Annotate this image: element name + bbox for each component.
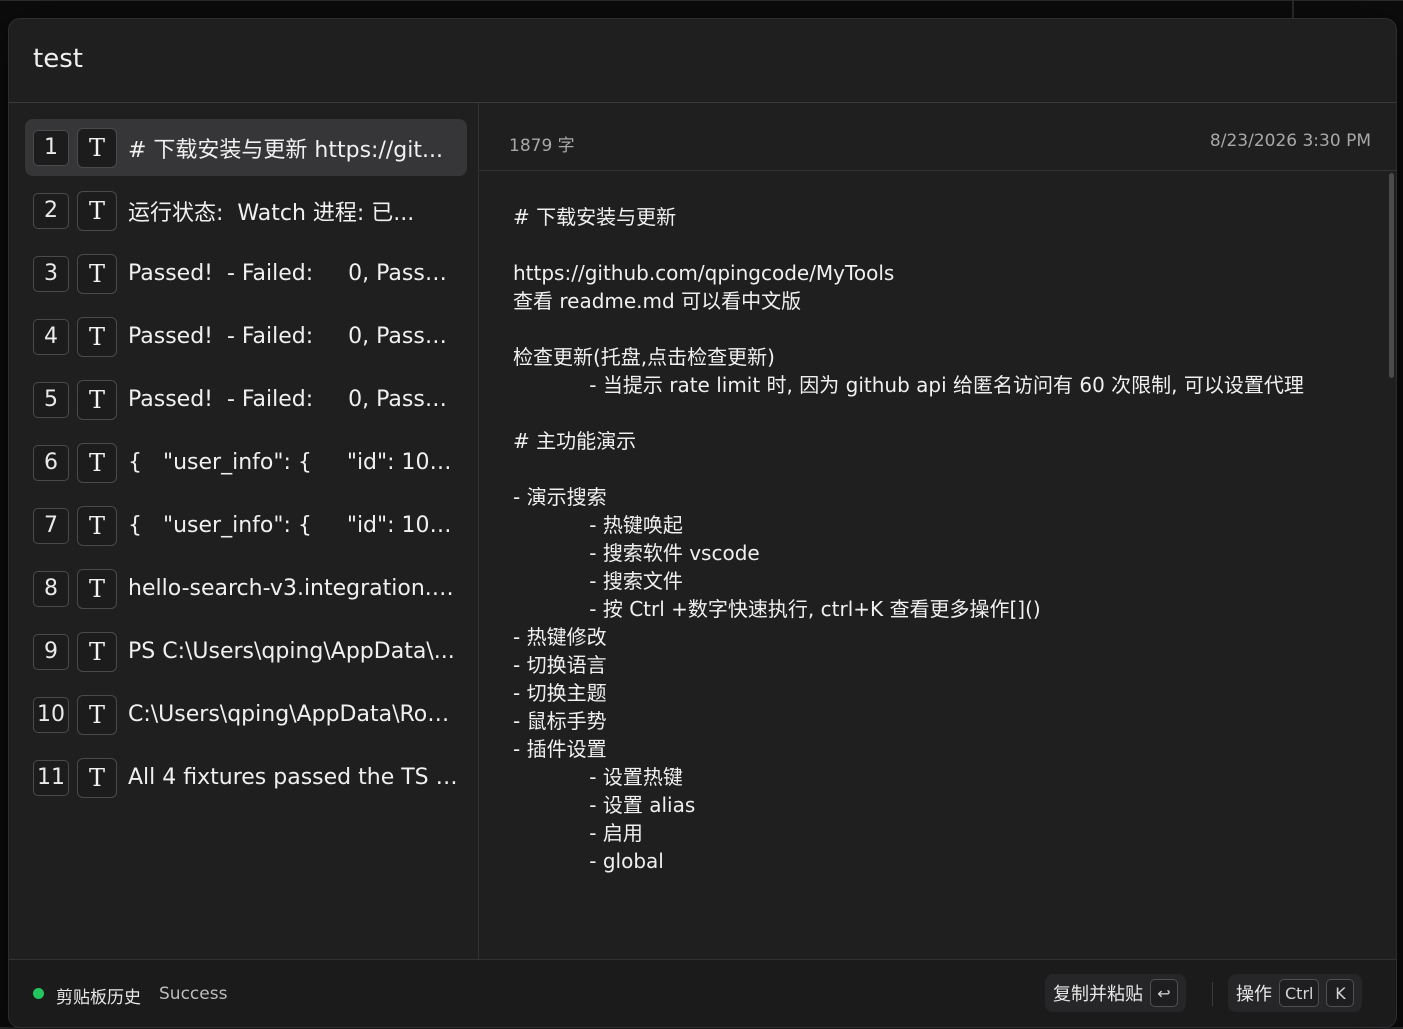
item-preview-text: PS C:\Users\qping\AppData\...	[128, 639, 455, 664]
status-dot-icon	[33, 988, 44, 999]
launcher-window: 1T# 下载安装与更新 https://git...2T运行状态: Watch …	[8, 18, 1397, 1028]
detail-line: - 热键修改	[513, 625, 607, 649]
item-preview-text: C:\Users\qping\AppData\Roa...	[128, 702, 458, 727]
text-type-icon: T	[77, 631, 117, 672]
text-type-icon: T	[77, 757, 117, 798]
detail-line	[513, 231, 1373, 259]
item-index-badge: 5	[33, 381, 69, 418]
item-index-badge: 10	[33, 696, 69, 733]
detail-line: - 设置 alias	[513, 793, 696, 817]
detail-line: - 按 Ctrl +数字快速执行, ctrl+K 查看更多操作[]()	[513, 597, 1041, 621]
detail-line: - 插件设置	[513, 737, 607, 761]
detail-line: - global	[513, 849, 664, 873]
text-type-icon: T	[77, 379, 117, 420]
text-type-icon: T	[77, 568, 117, 609]
detail-line: 检查更新(托盘,点击检查更新)	[513, 345, 775, 369]
detail-scrollbar[interactable]	[1388, 173, 1394, 953]
item-index-badge: 2	[33, 192, 69, 229]
detail-pane: 1879 字 8/23/2026 3:30 PM # 下载安装与更新 https:…	[479, 103, 1396, 959]
status-text: Success	[159, 984, 228, 1004]
detail-line	[513, 455, 1373, 483]
detail-line: - 搜索软件 vscode	[513, 541, 760, 565]
detail-line: 查看 readme.md 可以看中文版	[513, 289, 802, 313]
item-index-badge: 7	[33, 507, 69, 544]
text-type-icon: T	[77, 127, 117, 168]
detail-line: - 热键唤起	[513, 513, 683, 537]
clipboard-item[interactable]: 7 T { "user_info": { "id": 1024,...	[25, 497, 467, 554]
clipboard-item[interactable]: 11 T All 4 fixtures passed the TS d...	[25, 749, 467, 806]
text-type-icon: T	[77, 253, 117, 294]
footer-divider	[1212, 982, 1213, 1006]
footer-bar: 剪贴板历史 Success 复制并粘贴 ↩ 操作 Ctrl K	[9, 959, 1396, 1027]
detail-line: - 切换主题	[513, 681, 607, 705]
detail-content: # 下载安装与更新 https://github.com/qpingcode/My…	[513, 203, 1373, 875]
detail-line: - 鼠标手势	[513, 709, 607, 733]
item-index-badge: 3	[33, 255, 69, 292]
detail-line: - 设置热键	[513, 765, 683, 789]
text-type-icon: T	[77, 190, 117, 231]
clipboard-item[interactable]: 3 T Passed! - Failed: 0, Passed:...	[25, 245, 467, 302]
clipboard-history-list: 1 T # 下载安装与更新 https://git... 2 T 运行状态: Watch …	[25, 119, 467, 812]
item-index-badge: 8	[33, 570, 69, 607]
item-index-badge: 1	[33, 129, 69, 166]
detail-line: https://github.com/qpingcode/MyTools	[513, 261, 895, 285]
ctrl-key: Ctrl	[1279, 979, 1320, 1007]
search-input[interactable]	[33, 37, 1333, 81]
detail-scrollbar-thumb[interactable]	[1389, 173, 1394, 378]
clipboard-item[interactable]: 9 T PS C:\Users\qping\AppData\...	[25, 623, 467, 680]
item-preview-text: Passed! - Failed: 0, Passed:...	[128, 324, 458, 349]
clipboard-history-list-pane: 1 T # 下载安装与更新 https://git... 2 T 运行状态: Watch …	[9, 103, 479, 959]
detail-line: - 切换语言	[513, 653, 607, 677]
detail-line: - 启用	[513, 821, 643, 845]
actions-button[interactable]: 操作 Ctrl K	[1228, 974, 1363, 1012]
item-preview-text: { "user_info": { "id": 1024,...	[128, 513, 458, 538]
clipboard-item[interactable]: 4 T Passed! - Failed: 0, Passed:...	[25, 308, 467, 365]
detail-header: 1879 字 8/23/2026 3:30 PM	[479, 103, 1396, 171]
clipboard-item[interactable]: 8 Thello-search-v3.integration.te...	[25, 560, 467, 617]
item-preview-text: # 下载安装与更新 https://git...	[128, 137, 443, 163]
copy-and-paste-button[interactable]: 复制并粘贴 ↩	[1045, 974, 1186, 1012]
plugin-title: 剪贴板历史	[56, 988, 141, 1008]
clipboard-item[interactable]: 5 T Passed! - Failed: 0, Passed:...	[25, 371, 467, 428]
clipboard-item[interactable]: 1 T # 下载安装与更新 https://git...	[25, 119, 467, 176]
item-preview-text: All 4 fixtures passed the TS d...	[128, 765, 458, 790]
text-type-icon: T	[77, 316, 117, 357]
text-type-icon: T	[77, 694, 117, 735]
clipboard-item[interactable]: 10 T C:\Users\qping\AppData\Roa...	[25, 686, 467, 743]
search-bar	[9, 19, 1396, 103]
detail-line	[513, 315, 1373, 343]
detail-line: - 搜索文件	[513, 569, 683, 593]
copy-and-paste-label: 复制并粘贴	[1053, 984, 1143, 1005]
text-type-icon: T	[77, 442, 117, 483]
detail-line	[513, 399, 1373, 427]
item-preview-text: hello-search-v3.integration.te...	[128, 576, 458, 601]
clipboard-item[interactable]: 2 T 运行状态: Watch 进程: 已...	[25, 182, 467, 239]
detail-line: - 演示搜索	[513, 485, 607, 509]
timestamp: 8/23/2026 3:30 PM	[1209, 131, 1371, 151]
item-preview-text: Passed! - Failed: 0, Passed:...	[128, 261, 458, 286]
item-preview-text: Passed! - Failed: 0, Passed:...	[128, 387, 458, 412]
actions-label: 操作	[1236, 984, 1272, 1005]
char-count: 1879 字	[509, 136, 575, 156]
detail-line: # 主功能演示	[513, 429, 637, 453]
clipboard-item[interactable]: 6 T { "user_info": { "id": 1024,...	[25, 434, 467, 491]
item-index-badge: 4	[33, 318, 69, 355]
detail-line: # 下载安装与更新	[513, 205, 677, 229]
text-type-icon: T	[77, 505, 117, 546]
item-index-badge: 6	[33, 444, 69, 481]
item-index-badge: 11	[33, 759, 69, 796]
item-preview-text: 运行状态: Watch 进程: 已...	[128, 200, 415, 226]
enter-key-icon: ↩	[1150, 979, 1178, 1007]
item-index-badge: 9	[33, 633, 69, 670]
detail-line: - 当提示 rate limit 时, 因为 github api 给匿名访问有…	[513, 373, 1304, 397]
item-preview-text: { "user_info": { "id": 1024,...	[128, 450, 458, 475]
k-key: K	[1326, 979, 1355, 1007]
